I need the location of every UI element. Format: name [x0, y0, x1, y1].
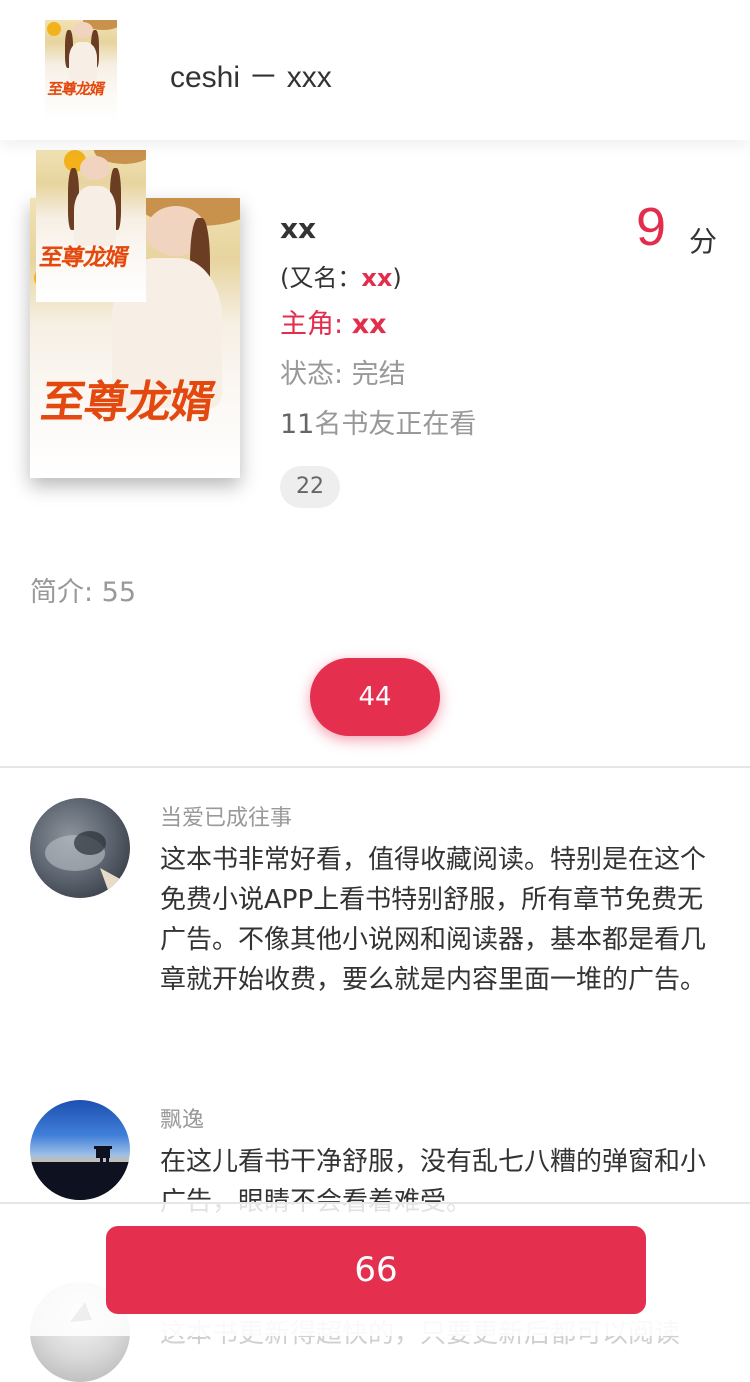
- section-divider: [0, 766, 750, 768]
- cover-title: 至尊龙婿: [37, 377, 217, 428]
- small-cover-title: 至尊龙婿: [37, 244, 130, 271]
- book-hero: 主角: xx: [280, 302, 387, 341]
- comment-username: 飘逸: [160, 1108, 205, 1133]
- book-intro: 简介: 55: [30, 577, 137, 608]
- header-book-cover[interactable]: 至尊龙婿: [45, 20, 117, 120]
- hero-label: 主角:: [280, 309, 352, 340]
- comment-avatar[interactable]: [30, 798, 130, 898]
- book-score: 9: [636, 197, 667, 257]
- page-title: ceshi － xxx: [170, 61, 332, 94]
- comment-username: 当爱已成往事: [160, 806, 293, 831]
- book-alias: (又名：xx): [280, 258, 402, 293]
- bottom-bar: 66: [0, 1202, 750, 1336]
- top-header: 至尊龙婿 ceshi － xxx: [0, 0, 750, 140]
- hero-value: xx: [351, 309, 387, 340]
- alias-prefix: (又名：: [280, 264, 362, 292]
- action-button[interactable]: 44: [310, 658, 440, 736]
- alias-suffix: ): [392, 264, 402, 292]
- reader-count-number: 11: [280, 409, 315, 440]
- book-tag[interactable]: 22: [280, 466, 340, 508]
- header-cover-title: 至尊龙婿: [46, 80, 106, 98]
- comment-avatar[interactable]: [30, 1100, 130, 1200]
- book-name: xx: [280, 212, 317, 245]
- reader-count-label: 名书友正在看: [314, 409, 477, 440]
- alias-value: xx: [361, 264, 393, 292]
- book-status: 状态: 完结: [280, 359, 406, 390]
- book-cover-small: 至尊龙婿: [36, 150, 146, 302]
- reader-count: 11名书友正在看: [280, 402, 476, 441]
- comment-text: 这本书非常好看，值得收藏阅读。特别是在这个免费小说APP上看书特别舒服，所有章节…: [160, 845, 707, 995]
- score-unit: 分: [689, 225, 718, 258]
- bottom-action-button[interactable]: 66: [106, 1226, 646, 1314]
